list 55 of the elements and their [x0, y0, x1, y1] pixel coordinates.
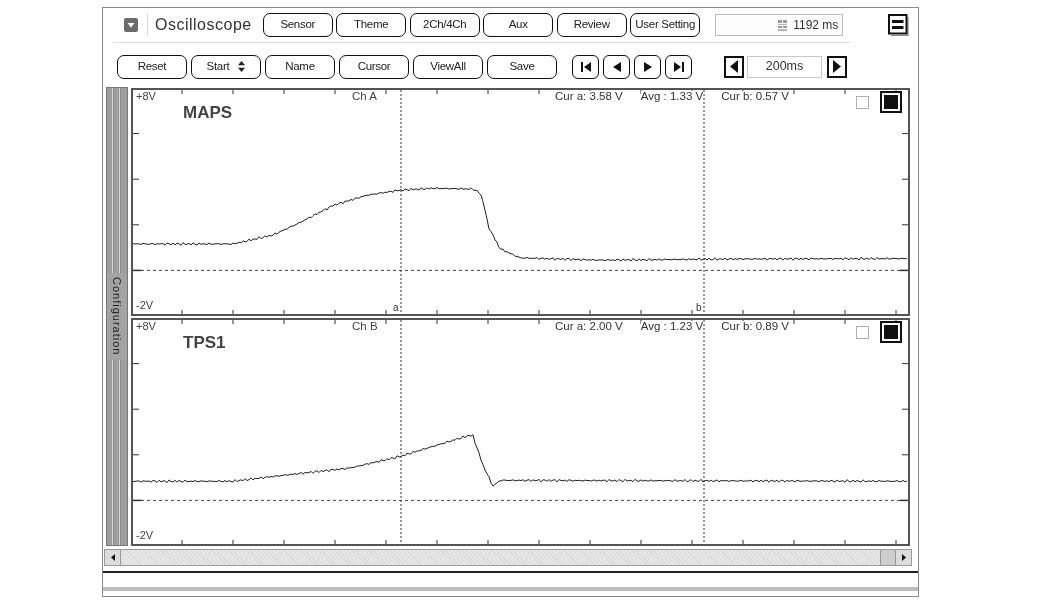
grid-glyph-icon — [778, 19, 788, 31]
timebase-field[interactable]: 200ms — [747, 55, 822, 78]
toolbar-button[interactable]: Save — [487, 54, 557, 79]
dropdown-icon[interactable] — [124, 18, 138, 32]
toolbar-button[interactable]: Reset — [117, 54, 187, 79]
skip-forward-icon — [673, 61, 684, 72]
channel-label: Ch B — [352, 321, 378, 333]
skip-forward-button[interactable] — [665, 54, 692, 79]
channel-label: Ch A — [352, 91, 377, 103]
signal-name: TPS1 — [183, 334, 226, 351]
cursor-readout: Cur b: 0.57 V — [721, 91, 789, 103]
cursor-readout: Avg : 1.23 V — [640, 321, 704, 333]
signal-name: MAPS — [183, 104, 233, 121]
triangle-right-icon — [833, 60, 841, 73]
cursor-readout: Cur a: 2.00 V — [555, 321, 623, 333]
toolbar-button[interactable]: Review — [556, 13, 627, 37]
scroll-left-button[interactable] — [105, 550, 121, 565]
triangle-left-icon — [730, 60, 738, 73]
skip-back-icon — [580, 61, 591, 72]
cursor-readout: Cur b: 0.89 V — [721, 321, 789, 333]
previous-button[interactable] — [603, 54, 630, 79]
scale-label: +8V — [136, 321, 156, 332]
triangle-left-icon — [611, 61, 622, 72]
cursor-label: b — [696, 303, 702, 313]
triangle-right-icon — [901, 554, 906, 561]
display-checkbox[interactable] — [880, 321, 902, 343]
triangle-right-icon — [642, 61, 653, 72]
skip-back-button[interactable] — [572, 54, 599, 79]
elapsed-time-text: 1192 ms — [793, 17, 839, 34]
cursor-readout: Cur a: 3.58 V — [555, 91, 623, 103]
toolbar-button[interactable]: 2Ch/4Ch — [409, 13, 480, 37]
cursor-label: a — [393, 303, 399, 313]
cursor-readout: Avg : 1.33 V — [640, 91, 704, 103]
toolbar-button[interactable]: Sensor — [262, 13, 333, 37]
toolbar-button[interactable]: Aux — [483, 13, 554, 37]
decrease-button[interactable] — [724, 55, 744, 78]
scrollbar-thumb[interactable] — [880, 550, 895, 565]
increase-button[interactable] — [827, 55, 847, 78]
scale-label: -2V — [136, 300, 154, 311]
toolbar-button[interactable]: ViewAll — [413, 54, 483, 79]
scroll-right-button[interactable] — [895, 550, 911, 565]
triangle-left-icon — [110, 554, 115, 561]
toolbar-button[interactable]: Theme — [336, 13, 407, 37]
scale-label: +8V — [136, 91, 156, 102]
toolbar-button[interactable]: Cursor — [339, 54, 409, 79]
display-checkbox[interactable] — [880, 91, 902, 113]
up-down-arrows-icon — [238, 61, 246, 72]
stepper-button[interactable]: Start — [191, 54, 261, 79]
toolbar-button[interactable]: User Setting — [630, 13, 701, 37]
menu-icon[interactable] — [888, 14, 909, 36]
scale-label: -2V — [136, 530, 154, 541]
configuration-tab[interactable]: Configuration — [106, 87, 128, 546]
next-button[interactable] — [634, 54, 661, 79]
window-title: Oscilloscope — [155, 17, 252, 33]
toolbar-button[interactable]: Name — [265, 54, 335, 79]
